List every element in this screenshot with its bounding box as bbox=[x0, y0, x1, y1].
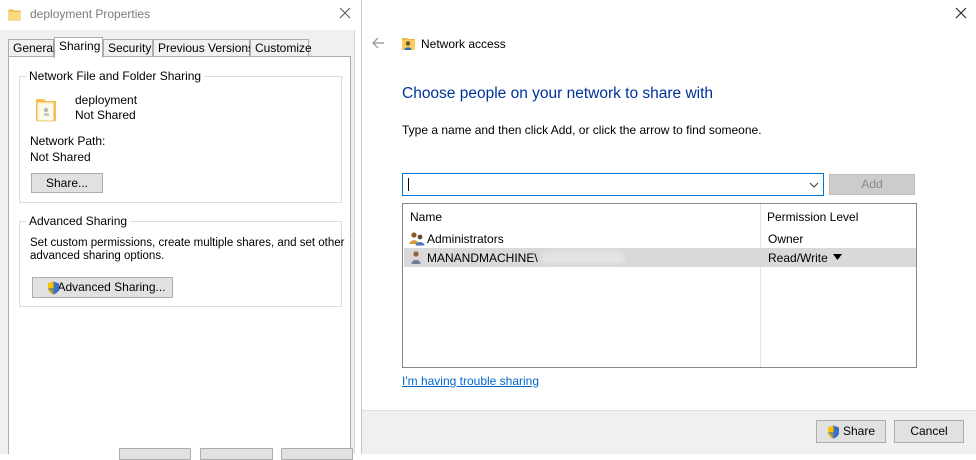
table-row[interactable]: MANANDMACHINE\ Read/Write bbox=[404, 248, 916, 267]
dropdown-arrow-icon[interactable] bbox=[833, 254, 842, 260]
group-users-icon bbox=[409, 232, 425, 246]
share-button[interactable]: Share bbox=[816, 420, 886, 443]
network-sharing-group: Network File and Folder Sharing deployme… bbox=[19, 69, 342, 203]
user-icon bbox=[411, 251, 421, 264]
share-status: Not Shared bbox=[75, 108, 136, 122]
apply-button[interactable] bbox=[281, 448, 353, 460]
group-legend: Advanced Sharing bbox=[26, 214, 131, 228]
cancel-button-properties[interactable] bbox=[200, 448, 273, 460]
chevron-down-icon[interactable] bbox=[809, 181, 819, 189]
network-users-icon bbox=[402, 38, 415, 50]
redacted-username bbox=[541, 252, 625, 263]
wizard-title: Network access bbox=[421, 37, 506, 51]
row-name: Administrators bbox=[427, 232, 504, 246]
user-name-combobox[interactable] bbox=[402, 173, 824, 196]
uac-shield-icon bbox=[48, 281, 59, 295]
table-row[interactable]: Administrators Owner bbox=[404, 229, 916, 248]
back-arrow-icon[interactable] bbox=[370, 36, 386, 50]
network-path-label: Network Path: bbox=[30, 134, 106, 148]
advanced-sharing-button[interactable]: Advanced Sharing... bbox=[32, 277, 173, 298]
advanced-description-line2: advanced sharing options. bbox=[30, 250, 165, 262]
share-permissions-table: Name Permission Level Administrators Own… bbox=[402, 203, 917, 368]
advanced-description-line1: Set custom permissions, create multiple … bbox=[30, 237, 345, 249]
window-title: deployment Properties bbox=[30, 7, 151, 21]
tab-sharing[interactable]: Sharing bbox=[54, 37, 103, 58]
advanced-sharing-group: Advanced Sharing Set custom permissions,… bbox=[19, 214, 345, 307]
column-header-permission[interactable]: Permission Level bbox=[767, 210, 858, 224]
network-access-dialog: Network access Choose people on your net… bbox=[361, 0, 976, 454]
title-bar: deployment Properties bbox=[0, 0, 355, 30]
close-icon[interactable] bbox=[338, 6, 352, 20]
group-legend: Network File and Folder Sharing bbox=[26, 69, 205, 83]
shared-folder-icon bbox=[36, 99, 56, 122]
page-heading: Choose people on your network to share w… bbox=[402, 85, 714, 102]
advanced-sharing-label: Advanced Sharing... bbox=[57, 280, 166, 294]
row-permission[interactable]: Read/Write bbox=[768, 251, 828, 265]
share-button-label: Share bbox=[842, 424, 876, 438]
ok-button[interactable] bbox=[119, 448, 191, 460]
network-path-value: Not Shared bbox=[30, 150, 91, 164]
folder-name: deployment bbox=[75, 93, 138, 107]
add-button[interactable]: Add bbox=[829, 174, 915, 195]
row-name: MANANDMACHINE\ bbox=[427, 251, 538, 265]
sharing-panel: Network File and Folder Sharing deployme… bbox=[8, 56, 351, 454]
share-button[interactable]: Share... bbox=[31, 173, 103, 193]
column-header-name[interactable]: Name bbox=[410, 210, 442, 224]
instructions-text: Type a name and then click Add, or click… bbox=[402, 123, 762, 137]
properties-dialog: deployment Properties General Sharing Se… bbox=[0, 0, 355, 460]
uac-shield-icon bbox=[828, 425, 839, 439]
folder-icon bbox=[8, 9, 21, 21]
trouble-sharing-link[interactable]: I'm having trouble sharing bbox=[402, 374, 539, 388]
cancel-button[interactable]: Cancel bbox=[894, 420, 964, 443]
row-permission: Owner bbox=[768, 232, 804, 246]
wizard-footer: Share Cancel bbox=[362, 410, 976, 454]
close-icon[interactable] bbox=[954, 6, 968, 20]
text-caret bbox=[408, 178, 409, 191]
